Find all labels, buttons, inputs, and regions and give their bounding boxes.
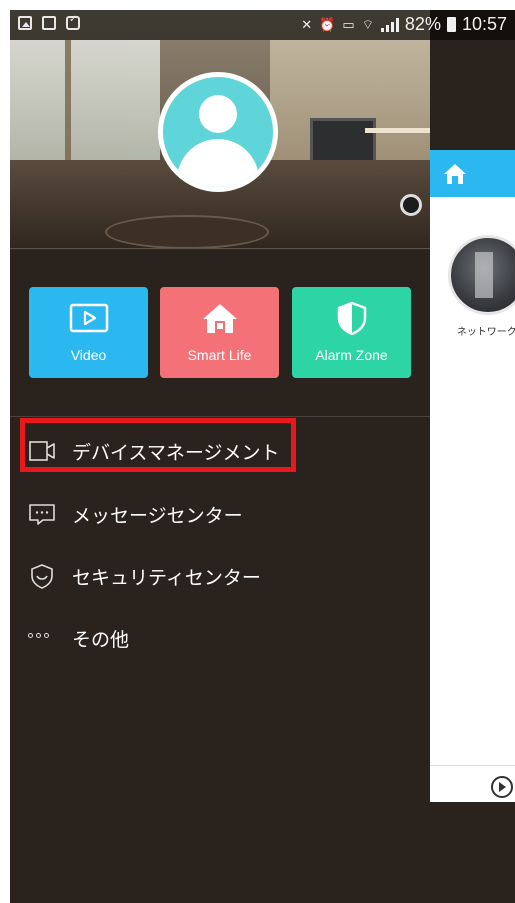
more-dots-icon [28, 633, 49, 638]
menu-item-label: その他 [72, 629, 130, 651]
notification-icons [18, 14, 80, 30]
shopping-bag-icon [66, 14, 80, 30]
avatar-body [177, 139, 259, 187]
menu-item-security-center[interactable]: セキュリティセンター [10, 553, 430, 599]
menu-item-label: セキュリティセンター [72, 567, 261, 589]
navigation-drawer: Video Smart Life Alarm Zone デバイスマネージメント … [10, 10, 430, 903]
highlight-box [20, 418, 296, 472]
security-shield-icon [31, 564, 53, 589]
video-play-icon [69, 303, 109, 333]
shield-icon [337, 301, 367, 335]
status-bar: ✕ ⏰ ▭ ⌔ 82% 10:57 [10, 10, 515, 40]
menu-item-label: メッセージセンター [72, 505, 243, 527]
user-avatar[interactable] [158, 72, 278, 192]
menu-item-message-center[interactable]: メッセージセンター [10, 491, 430, 537]
battery-icon [446, 17, 456, 32]
avatar-head [199, 95, 237, 133]
home-icon[interactable] [442, 162, 468, 186]
video-tile[interactable]: Video [29, 287, 148, 378]
gallery-notification-icon [18, 16, 32, 30]
play-icon[interactable] [491, 776, 513, 798]
alarm-icon: ⏰ [319, 16, 337, 32]
wifi-icon: ⌔ [361, 16, 375, 32]
background-window [10, 40, 160, 160]
device-thumbnail[interactable] [448, 235, 515, 315]
signal-icon [380, 17, 399, 32]
clock: 10:57 [461, 14, 507, 34]
background-tv [310, 118, 376, 164]
volte-icon: ▭ [342, 16, 356, 32]
header-divider [10, 248, 430, 249]
smart-life-tile-label: Smart Life [187, 347, 252, 363]
menu-divider [10, 416, 430, 417]
alarm-zone-tile[interactable]: Alarm Zone [292, 287, 411, 378]
smart-life-tile[interactable]: Smart Life [160, 287, 279, 378]
app-notification-icon [42, 16, 56, 30]
message-icon [29, 504, 55, 525]
menu-item-other[interactable]: その他 [10, 615, 430, 661]
video-tile-label: Video [70, 347, 107, 363]
home-icon [203, 304, 237, 333]
battery-percent: 82% [404, 14, 441, 34]
bottom-divider [430, 765, 515, 766]
nfc-icon: ✕ [301, 16, 314, 32]
system-indicators: ✕ ⏰ ▭ ⌔ 82% 10:57 [301, 14, 507, 35]
main-panel: ネットワークカメラ1 [430, 150, 515, 802]
background-table [105, 215, 269, 249]
background-camera [400, 194, 422, 216]
device-name: ネットワークカメラ1 [456, 327, 515, 338]
alarm-zone-tile-label: Alarm Zone [315, 347, 388, 363]
main-header-bar [430, 150, 515, 197]
background-shelf [365, 128, 430, 133]
app-screen: ✕ ⏰ ▭ ⌔ 82% 10:57 [10, 10, 515, 903]
